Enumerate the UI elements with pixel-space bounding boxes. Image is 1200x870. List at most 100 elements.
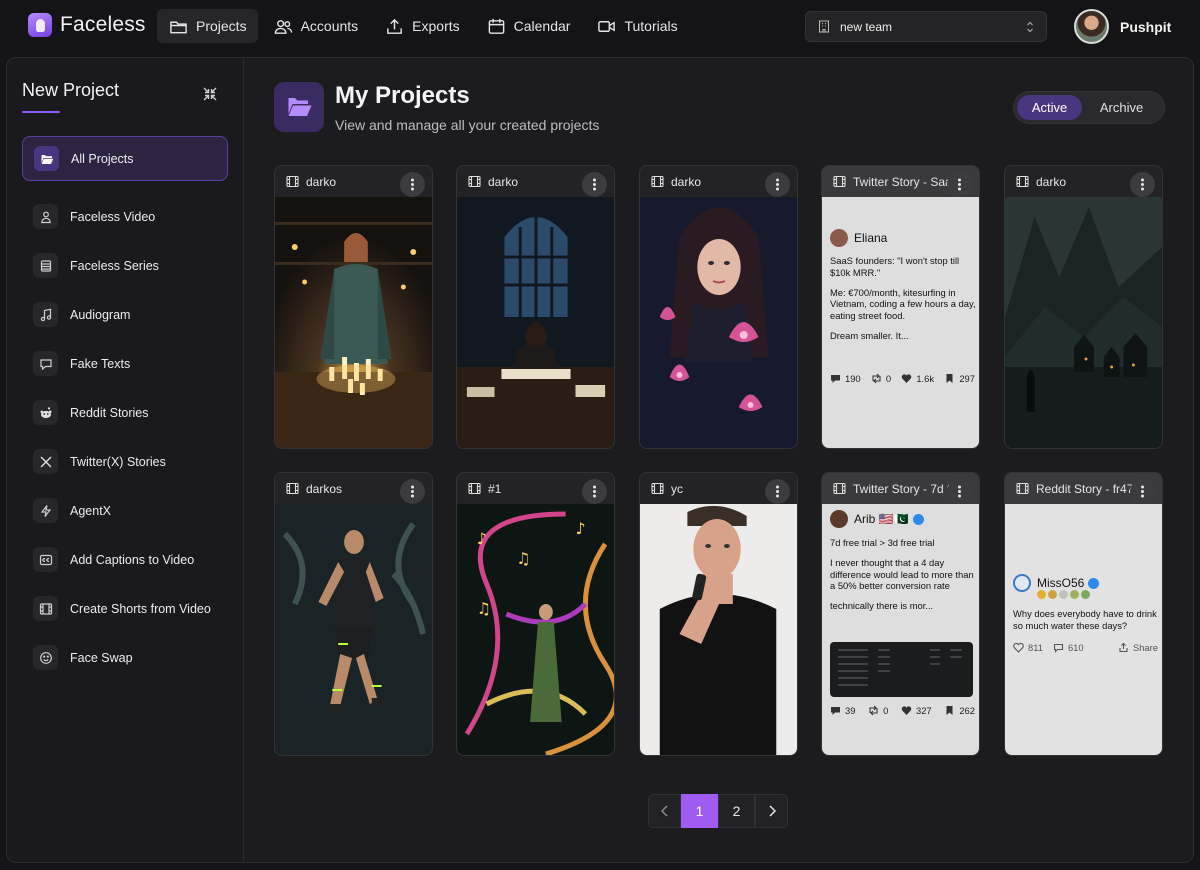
folder-open-icon — [274, 82, 324, 132]
chat-bubble-icon — [33, 351, 58, 376]
project-card[interactable]: darko — [274, 165, 433, 449]
film-icon — [651, 175, 664, 188]
award-icon — [1070, 590, 1079, 599]
sidebar-item-agentx[interactable]: AgentX — [22, 488, 228, 533]
page-button-2[interactable]: 2 — [718, 794, 755, 828]
nav-label: Exports — [412, 18, 460, 34]
sidebar-item-label: All Projects — [71, 151, 134, 166]
twitter-story-card[interactable]: Twitter Story - Saa Eliana SaaS founders… — [821, 165, 980, 449]
reddit-preview: MissO56 Why does everybody have to drink… — [1005, 504, 1162, 755]
nav-accounts[interactable]: Accounts — [262, 9, 370, 43]
sidebar-item-twitter-stories[interactable]: Twitter(X) Stories — [22, 439, 228, 484]
bolt-icon — [33, 498, 58, 523]
more-options-icon[interactable] — [1130, 172, 1155, 197]
sidebar-item-face-swap[interactable]: Face Swap — [22, 635, 228, 680]
more-options-icon[interactable] — [1130, 479, 1155, 504]
top-bar: Faceless Projects Accounts Exports Calen… — [0, 0, 1200, 52]
project-card[interactable]: #1 ♪ ♫ ♪ ♫ — [456, 472, 615, 756]
sidebar-item-label: Reddit Stories — [70, 405, 149, 420]
reddit-story-card[interactable]: Reddit Story - fr47 MissO56 Why does eve… — [1004, 472, 1163, 756]
collapse-icon[interactable] — [203, 87, 217, 101]
tweet-paragraph: Dream smaller. It... — [830, 329, 909, 341]
sidebar-item-audiogram[interactable]: Audiogram — [22, 292, 228, 337]
project-title: darko — [488, 174, 519, 189]
more-options-icon[interactable] — [947, 479, 972, 504]
tweet-body: 7d free trial > 3d free trial I never th… — [830, 537, 976, 620]
twitter-story-card[interactable]: Twitter Story - 7d f Arib 🇺🇸🇵🇰 7d free t… — [821, 472, 980, 756]
award-icon — [1059, 590, 1068, 599]
project-card[interactable]: yc — [639, 472, 798, 756]
cc-icon — [33, 547, 58, 572]
tweet-paragraph: technically there is mor... — [830, 600, 934, 611]
sidebar-item-label: Faceless Video — [70, 209, 156, 224]
projects-panel: My Projects View and manage all your cre… — [243, 57, 1194, 863]
film-icon — [1016, 482, 1029, 495]
sidebar-item-add-captions[interactable]: Add Captions to Video — [22, 537, 228, 582]
tweet-preview: Eliana SaaS founders: "I won't stop till… — [822, 197, 979, 448]
building-icon — [819, 20, 829, 33]
more-options-icon[interactable] — [582, 172, 607, 197]
retweet-icon — [872, 373, 881, 384]
folder-open-icon — [34, 146, 59, 171]
sidebar-item-create-shorts[interactable]: Create Shorts from Video — [22, 586, 228, 631]
sidebar-item-fake-texts[interactable]: Fake Texts — [22, 341, 228, 386]
award-badges — [1037, 590, 1090, 599]
user-menu[interactable]: Pushpit — [1074, 9, 1171, 44]
award-icon — [1048, 590, 1057, 599]
more-options-icon[interactable] — [400, 479, 425, 504]
retweet-count: 0 — [885, 373, 892, 384]
like-count: 1.6k — [916, 373, 935, 384]
tweet-paragraph: I never thought that a 4 day difference … — [830, 556, 974, 592]
nav-label: Projects — [196, 18, 247, 34]
bookmark-icon — [946, 706, 953, 716]
reading-window-thumbnail — [457, 197, 614, 448]
avatar[interactable] — [1074, 9, 1109, 44]
sidebar-item-faceless-series[interactable]: Faceless Series — [22, 243, 228, 288]
chevron-updown-icon — [1027, 21, 1033, 33]
app-logo[interactable]: Faceless — [28, 13, 146, 37]
heart-icon — [901, 706, 912, 716]
calendar-icon — [488, 18, 504, 34]
nav-tutorials[interactable]: Tutorials — [585, 9, 688, 43]
bookmark-icon — [946, 374, 953, 384]
more-options-icon[interactable] — [765, 172, 790, 197]
nav-label: Calendar — [513, 18, 571, 34]
music-swirl-thumbnail: ♪ ♫ ♪ ♫ — [457, 504, 614, 755]
project-card[interactable]: darko — [639, 165, 798, 449]
more-options-icon[interactable] — [400, 172, 425, 197]
smiley-icon — [33, 645, 58, 670]
project-title: darkos — [306, 481, 343, 496]
sidebar-item-faceless-video[interactable]: Faceless Video — [22, 194, 228, 239]
page-button-1[interactable]: 1 — [681, 794, 718, 828]
reply-icon — [831, 375, 840, 384]
more-options-icon[interactable] — [947, 172, 972, 197]
prev-page-button[interactable] — [648, 794, 681, 828]
more-options-icon[interactable] — [765, 479, 790, 504]
nav-label: Accounts — [300, 18, 359, 34]
nav-projects[interactable]: Projects — [157, 9, 258, 43]
tweet-author: Eliana — [830, 229, 887, 247]
nav-calendar[interactable]: Calendar — [475, 9, 582, 43]
filter-active-button[interactable]: Active — [1017, 95, 1083, 120]
sidebar-item-all-projects[interactable]: All Projects — [22, 136, 228, 181]
author-name: Arib 🇺🇸🇵🇰 — [854, 511, 909, 526]
project-card[interactable]: darko — [456, 165, 615, 449]
team-select[interactable]: new team — [805, 11, 1047, 42]
share-label: Share — [1132, 642, 1158, 653]
project-title: darko — [671, 174, 702, 189]
next-page-button[interactable] — [755, 794, 788, 828]
tweet-stats: 39 0 327 262 — [830, 705, 975, 717]
film-icon — [286, 175, 299, 188]
more-options-icon[interactable] — [582, 479, 607, 504]
nav-exports[interactable]: Exports — [373, 9, 470, 43]
sidebar-item-label: Create Shorts from Video — [70, 601, 211, 616]
bookmark-count: 262 — [959, 705, 975, 716]
project-card[interactable]: darko — [1004, 165, 1163, 449]
filter-archive-button[interactable]: Archive — [1082, 95, 1161, 120]
heart-icon — [902, 374, 912, 384]
project-card[interactable]: darkos — [274, 472, 433, 756]
sidebar-item-reddit-stories[interactable]: Reddit Stories — [22, 390, 228, 435]
app-name: Faceless — [60, 13, 146, 36]
sidebar-item-label: Add Captions to Video — [70, 552, 195, 567]
reddit-body: Why does everybody have to drink so much… — [1013, 608, 1157, 631]
